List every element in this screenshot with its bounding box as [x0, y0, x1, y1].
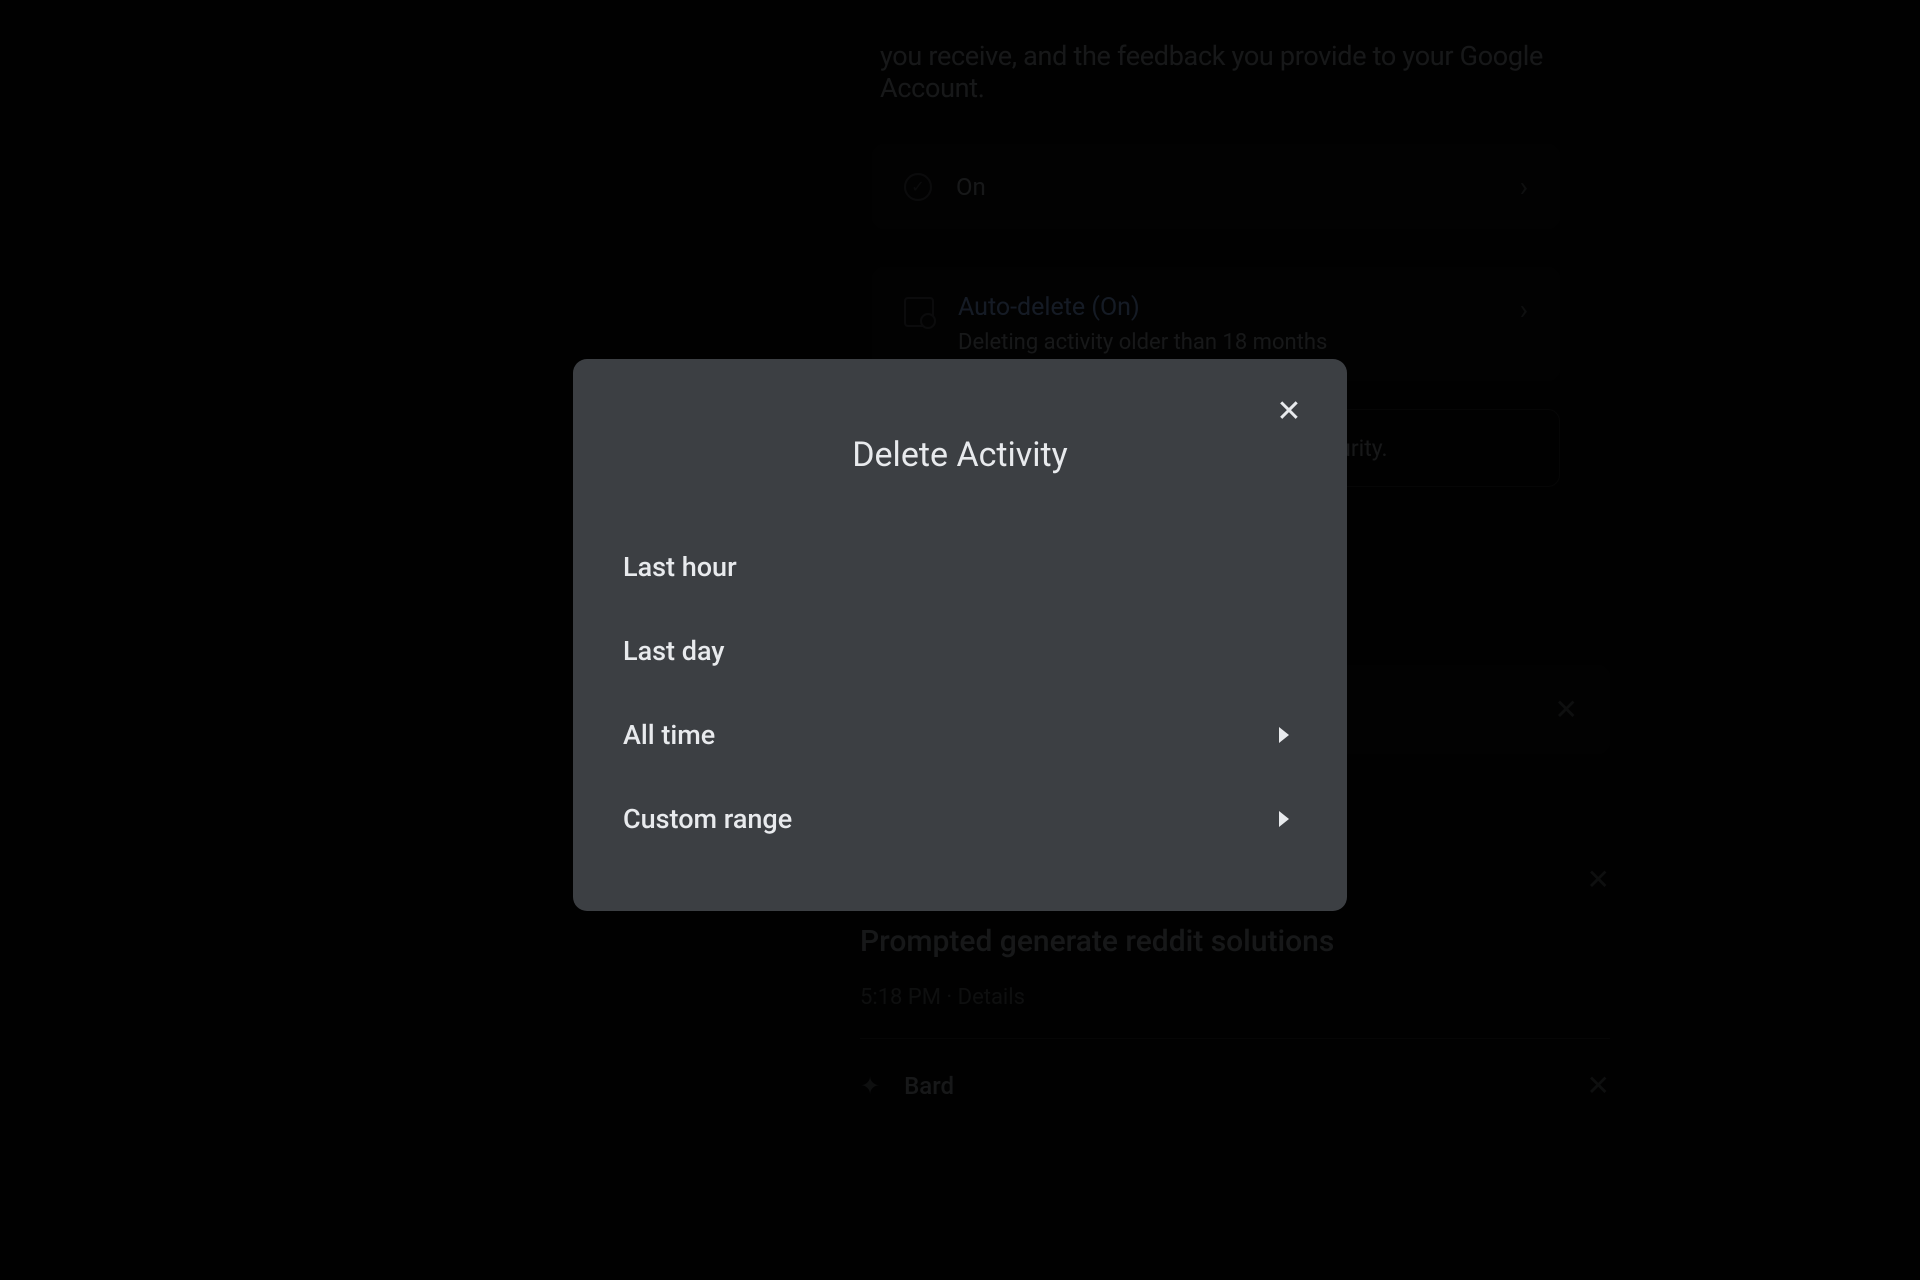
option-label: Custom range: [623, 803, 792, 835]
modal-overlay[interactable]: ✕ Delete Activity Last hour Last day All…: [0, 0, 1920, 1280]
option-label: Last hour: [623, 551, 737, 583]
modal-title: Delete Activity: [573, 435, 1347, 475]
chevron-right-icon: [1279, 727, 1289, 743]
delete-activity-modal: ✕ Delete Activity Last hour Last day All…: [573, 359, 1347, 911]
option-last-hour[interactable]: Last hour: [573, 525, 1347, 609]
option-last-day[interactable]: Last day: [573, 609, 1347, 693]
modal-close-button[interactable]: ✕: [1269, 391, 1309, 431]
option-label: All time: [623, 719, 715, 751]
option-custom-range[interactable]: Custom range: [573, 777, 1347, 861]
option-all-time[interactable]: All time: [573, 693, 1347, 777]
option-label: Last day: [623, 635, 725, 667]
chevron-right-icon: [1279, 811, 1289, 827]
